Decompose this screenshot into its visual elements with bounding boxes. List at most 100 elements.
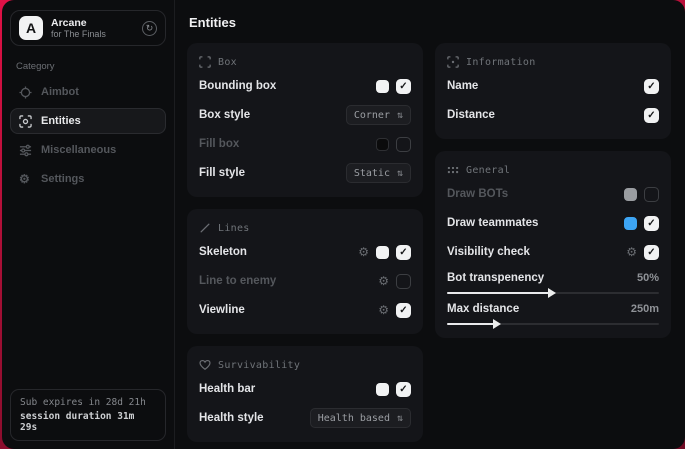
slider-fill (447, 292, 549, 294)
section-title: General (466, 165, 510, 176)
checkbox-checked[interactable]: ✓ (644, 245, 659, 260)
section-title: Information (466, 57, 536, 68)
app-window: A Arcane for The Finals ↻ Category Aimbo… (2, 0, 685, 449)
crosshair-icon (19, 86, 32, 99)
setting-row-draw-teammates: Draw teammates ✓ (447, 212, 659, 234)
sidebar-item-miscellaneous[interactable]: Miscellaneous (10, 137, 166, 163)
gear-icon[interactable]: ⚙ (358, 246, 369, 258)
general-section: General Draw BOTs Draw teammates ✓ (435, 151, 671, 338)
setting-label: Distance (447, 109, 495, 121)
setting-label: Fill style (199, 167, 245, 179)
app-logo-card: A Arcane for The Finals ↻ (10, 10, 166, 46)
checkbox-checked[interactable]: ✓ (644, 216, 659, 231)
setting-label: Line to enemy (199, 275, 276, 287)
setting-row-name: Name ✓ (447, 75, 659, 97)
color-swatch[interactable] (376, 383, 389, 396)
checkbox-checked[interactable]: ✓ (644, 108, 659, 123)
sidebar-item-aimbot[interactable]: Aimbot (10, 79, 166, 105)
color-swatch[interactable] (624, 188, 637, 201)
setting-row-bounding-box: Bounding box ✓ (199, 75, 411, 97)
checkbox-checked[interactable]: ✓ (396, 303, 411, 318)
setting-row-visibility-check: Visibility check ⚙ ✓ (447, 241, 659, 263)
section-title: Box (218, 57, 237, 68)
slider-track[interactable] (447, 323, 659, 325)
grid-dots-icon (447, 164, 459, 176)
section-title: Survivability (218, 360, 300, 371)
health-style-dropdown[interactable]: Health based ⇅ (310, 408, 411, 428)
slider-value: 250m (631, 303, 659, 315)
setting-label: Visibility check (447, 246, 530, 258)
sidebar-item-settings[interactable]: ⚙ Settings (10, 166, 166, 192)
app-avatar: A (19, 16, 43, 40)
slider-track[interactable] (447, 292, 659, 294)
chevron-updown-icon: ⇅ (397, 168, 403, 179)
setting-label: Health bar (199, 383, 255, 395)
sidebar-item-label: Miscellaneous (41, 144, 116, 156)
slider-max-distance: Max distance 250m (447, 303, 659, 325)
setting-row-health-bar: Health bar ✓ (199, 378, 411, 400)
session-duration-text: session duration 31m 29s (20, 411, 156, 433)
setting-row-viewline: Viewline ⚙ ✓ (199, 299, 411, 321)
lines-section: Lines Skeleton ⚙ ✓ Line to enemy ⚙ (187, 209, 423, 334)
checkbox-unchecked[interactable] (644, 187, 659, 202)
scan-eye-icon (19, 115, 32, 128)
color-swatch[interactable] (376, 246, 389, 259)
setting-label: Box style (199, 109, 250, 121)
checkbox-unchecked[interactable] (396, 137, 411, 152)
sidebar-item-label: Settings (41, 173, 84, 185)
setting-label: Name (447, 80, 478, 92)
setting-row-fill-box: Fill box (199, 133, 411, 155)
setting-label: Draw teammates (447, 217, 538, 229)
slider-value: 50% (637, 272, 659, 284)
dropdown-value: Health based (318, 413, 390, 424)
main-panel: Entities Box Bounding box (175, 0, 685, 449)
box-style-dropdown[interactable]: Corner ⇅ (346, 105, 411, 125)
slider-bot-transparency: Bot transpenency 50% (447, 272, 659, 294)
survivability-section: Survivability Health bar ✓ Health style (187, 346, 423, 442)
setting-label: Health style (199, 412, 264, 424)
checkbox-checked[interactable]: ✓ (644, 79, 659, 94)
checkbox-checked[interactable]: ✓ (396, 382, 411, 397)
setting-row-line-to-enemy: Line to enemy ⚙ (199, 270, 411, 292)
gear-icon[interactable]: ⚙ (378, 304, 389, 316)
category-label: Category (16, 61, 160, 72)
setting-row-box-style: Box style Corner ⇅ (199, 104, 411, 126)
sub-expiry-text: Sub expires in 28d 21h (20, 397, 156, 408)
color-swatch[interactable] (376, 138, 389, 151)
setting-label: Skeleton (199, 246, 247, 258)
app-title-block: Arcane for The Finals (51, 17, 106, 39)
sidebar-item-entities[interactable]: Entities (10, 108, 166, 134)
left-column: Box Bounding box ✓ Box style Corn (187, 43, 423, 442)
box-corners-icon (199, 56, 211, 68)
chevron-updown-icon: ⇅ (397, 413, 403, 424)
heart-icon (199, 359, 211, 371)
checkbox-unchecked[interactable] (396, 274, 411, 289)
right-column: Information Name ✓ Distance ✓ (435, 43, 671, 442)
checkbox-checked[interactable]: ✓ (396, 79, 411, 94)
box-section: Box Bounding box ✓ Box style Corn (187, 43, 423, 197)
checkbox-checked[interactable]: ✓ (396, 245, 411, 260)
app-name: Arcane (51, 17, 106, 29)
slider-thumb[interactable] (493, 319, 501, 329)
setting-row-health-style: Health style Health based ⇅ (199, 407, 411, 429)
info-scan-icon (447, 56, 459, 68)
fill-style-dropdown[interactable]: Static ⇅ (346, 163, 411, 183)
subscription-info: Sub expires in 28d 21h session duration … (10, 389, 166, 441)
setting-row-draw-bots: Draw BOTs (447, 183, 659, 205)
setting-label: Fill box (199, 138, 239, 150)
gear-icon: ⚙ (19, 173, 32, 186)
gear-icon[interactable]: ⚙ (378, 275, 389, 287)
setting-label: Draw BOTs (447, 188, 508, 200)
setting-label: Viewline (199, 304, 245, 316)
chevron-updown-icon: ⇅ (397, 110, 403, 121)
slider-fill (447, 323, 494, 325)
refresh-icon[interactable]: ↻ (142, 21, 157, 36)
color-swatch[interactable] (376, 80, 389, 93)
gear-icon[interactable]: ⚙ (626, 246, 637, 258)
diagonal-line-icon (199, 222, 211, 234)
sidebar: A Arcane for The Finals ↻ Category Aimbo… (2, 0, 175, 449)
sidebar-item-label: Aimbot (41, 86, 79, 98)
slider-thumb[interactable] (548, 288, 556, 298)
sidebar-item-label: Entities (41, 115, 81, 127)
color-swatch[interactable] (624, 217, 637, 230)
